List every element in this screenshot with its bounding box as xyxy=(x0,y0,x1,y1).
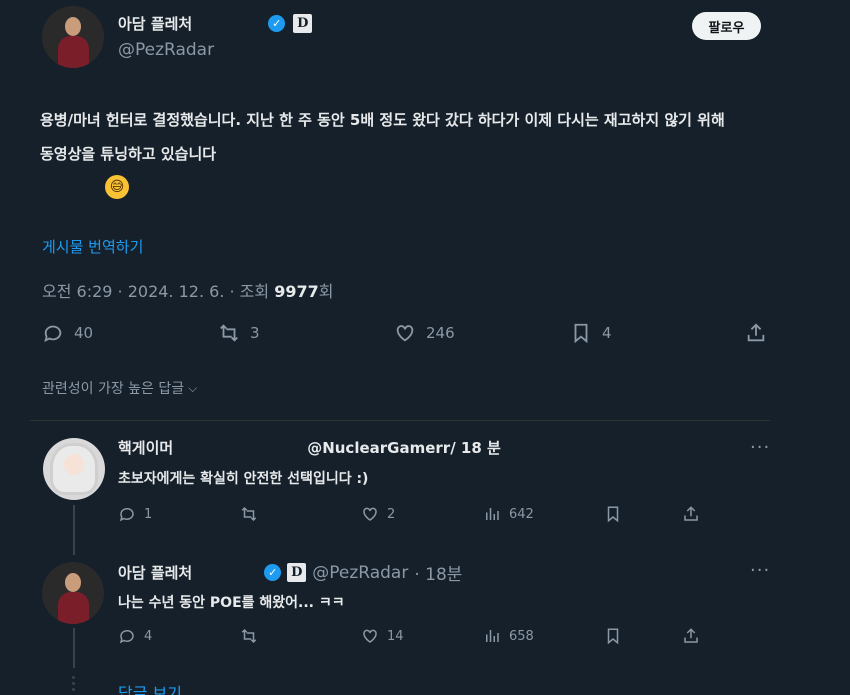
more-options-icon[interactable]: ··· xyxy=(750,437,770,458)
reply-author-handle[interactable]: @PezRadar xyxy=(312,563,408,583)
share-button[interactable] xyxy=(745,322,767,344)
reply-icon xyxy=(44,325,62,343)
reply-views-button[interactable]: 642 xyxy=(483,505,534,523)
reply-time[interactable]: · 18분 xyxy=(414,560,462,585)
thread-line xyxy=(73,628,75,668)
reply-reply-count: 4 xyxy=(144,628,153,644)
reply-sort-dropdown[interactable]: 관련성이 가장 높은 답글 ⌵ xyxy=(42,378,197,398)
thread-dots xyxy=(72,676,75,695)
show-replies-link[interactable]: 답글 보기 xyxy=(118,680,182,695)
reply-button[interactable]: 40 xyxy=(42,322,93,344)
reply-author-name[interactable]: 아담 플레처 xyxy=(118,562,192,583)
reply-share-button[interactable] xyxy=(682,505,700,523)
author-avatar[interactable] xyxy=(42,6,104,68)
reply-header: 아담 플레처 ✓ D @PezRadar · 18분 xyxy=(118,560,462,586)
reply-views-button[interactable]: 658 xyxy=(483,627,534,645)
affiliate-badge-icon[interactable]: D xyxy=(287,563,307,582)
reply-icon xyxy=(119,629,134,644)
author-name-row: 아담 플레처 ✓ D xyxy=(118,13,313,34)
repost-button[interactable]: 3 xyxy=(218,322,260,344)
thread-line xyxy=(73,505,75,555)
reply-repost-button[interactable] xyxy=(240,627,258,645)
affiliate-badge-icon[interactable]: D xyxy=(293,14,313,33)
like-count: 246 xyxy=(426,324,455,342)
post-timestamp[interactable]: 오전 6:29 · 2024. 12. 6. · 조회 xyxy=(42,282,274,301)
reply-bookmark-button[interactable] xyxy=(604,627,622,645)
post-meta: 오전 6:29 · 2024. 12. 6. · 조회 9977회 xyxy=(42,278,333,302)
repost-count: 3 xyxy=(250,324,260,342)
reply-time[interactable]: / 18 분 xyxy=(450,437,501,458)
bookmark-icon xyxy=(574,323,588,344)
view-count: 9977 xyxy=(274,282,319,301)
reply-like-count: 14 xyxy=(387,628,404,644)
verified-badge-icon: ✓ xyxy=(264,564,282,581)
reply-reply-button[interactable]: 4 xyxy=(118,627,152,645)
reply-text: 초보자에게는 확실히 안전한 선택입니다 :) xyxy=(118,471,369,487)
post-text-line-1: 용병/마녀 헌터로 결정했습니다. 지난 한 주 동안 5배 정도 왔다 갔다 … xyxy=(40,111,725,129)
reply-bookmark-button[interactable] xyxy=(604,505,622,523)
heart-icon xyxy=(396,325,414,342)
reply-avatar[interactable] xyxy=(42,562,104,624)
author-handle[interactable]: @PezRadar xyxy=(118,40,214,60)
verified-badge-icon: ✓ xyxy=(268,15,286,32)
heart-icon xyxy=(363,507,377,521)
reply-view-count: 658 xyxy=(509,628,534,644)
reply-reply-count: 1 xyxy=(144,506,153,522)
share-icon xyxy=(684,628,698,643)
replies-divider xyxy=(30,420,770,421)
reply-text: 나는 수년 동안 POE를 해왔어... ㅋㅋ xyxy=(118,595,345,611)
repost-icon xyxy=(220,324,238,342)
bookmark-icon xyxy=(607,628,619,645)
reply-repost-button[interactable] xyxy=(240,505,258,523)
reply-icon xyxy=(119,507,134,522)
reply-header: 핵게이머 @NuclearGamerr / 18 분 xyxy=(118,437,501,458)
bookmark-button[interactable]: 4 xyxy=(570,322,612,344)
reply-share-button[interactable] xyxy=(682,627,700,645)
reply-view-count: 642 xyxy=(509,506,534,522)
bookmark-count: 4 xyxy=(602,324,612,342)
heart-icon xyxy=(363,629,377,643)
reply-count: 40 xyxy=(74,324,94,342)
follow-button[interactable]: 팔로우 xyxy=(692,12,761,40)
translate-post-link[interactable]: 게시물 번역하기 xyxy=(42,236,143,257)
analytics-icon xyxy=(486,630,499,642)
reply-like-button[interactable]: 2 xyxy=(361,505,395,523)
share-icon xyxy=(684,506,698,521)
reply-avatar[interactable] xyxy=(43,438,105,500)
bookmark-icon xyxy=(607,506,619,523)
reply-reply-button[interactable]: 1 xyxy=(118,505,152,523)
sweat-smile-emoji-icon: 😅 xyxy=(105,175,129,199)
like-button[interactable]: 246 xyxy=(394,322,455,344)
analytics-icon xyxy=(486,508,499,520)
post-text-line-2: 동영상을 튜닝하고 있습니다 xyxy=(40,145,217,163)
view-count-suffix: 회 xyxy=(318,282,334,301)
reply-like-count: 2 xyxy=(387,506,396,522)
reply-author-name[interactable]: 핵게이머 xyxy=(118,437,173,458)
chevron-down-icon: ⌵ xyxy=(188,380,198,395)
repost-icon xyxy=(241,628,257,644)
reply-author-handle[interactable]: @NuclearGamerr xyxy=(307,439,450,457)
reply-sort-label: 관련성이 가장 높은 답글 xyxy=(42,381,185,397)
reply-like-button[interactable]: 14 xyxy=(361,627,404,645)
author-name[interactable]: 아담 플레처 xyxy=(118,13,192,34)
share-icon xyxy=(747,323,765,342)
more-options-icon[interactable]: ··· xyxy=(750,560,770,581)
repost-icon xyxy=(241,506,257,522)
